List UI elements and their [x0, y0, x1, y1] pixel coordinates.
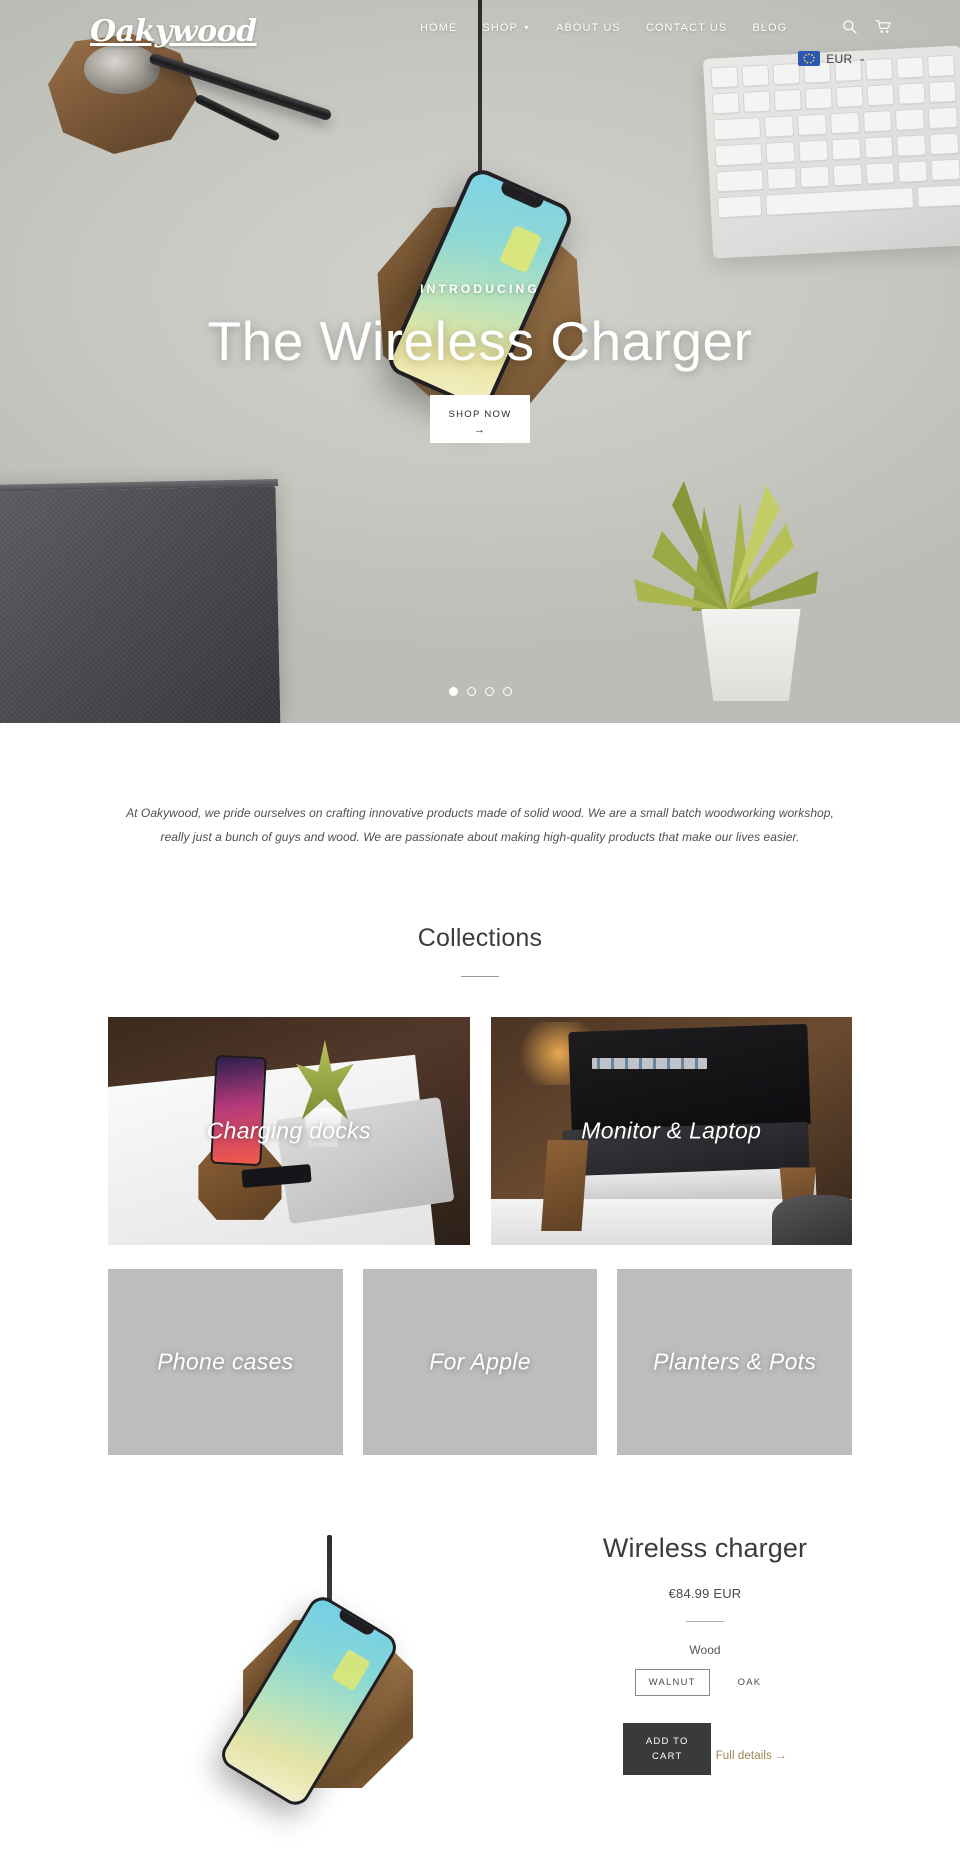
- site-header: Oakywood HOME SHOP ▼ ABOUT US CONTACT US …: [0, 0, 960, 55]
- site-logo[interactable]: Oakywood: [90, 14, 257, 49]
- arrow-right-icon: →: [473, 424, 487, 437]
- option-walnut[interactable]: WALNUT: [634, 1669, 710, 1696]
- main-navigation: HOME SHOP ▼ ABOUT US CONTACT US BLOG: [420, 22, 787, 34]
- product-option-label: Wood: [689, 1643, 721, 1657]
- intro-paragraph: At Oakywood, we pride ourselves on craft…: [126, 806, 834, 844]
- hero-section: Oakywood HOME SHOP ▼ ABOUT US CONTACT US …: [0, 0, 960, 723]
- add-to-cart-label-line1: ADD TO: [645, 1736, 689, 1747]
- collection-card-label: Charging docks: [206, 1117, 371, 1144]
- plant-decoration: [634, 481, 818, 611]
- collection-card-for-apple[interactable]: For Apple: [362, 1269, 598, 1455]
- product-image[interactable]: [108, 1517, 558, 1811]
- collections-secondary-grid: Phone cases For Apple Planters & Pots: [0, 1245, 960, 1455]
- collection-card-monitor-laptop[interactable]: Monitor & Laptop: [490, 1017, 852, 1245]
- add-to-cart-button[interactable]: ADD TO CART: [623, 1723, 712, 1776]
- nav-item-blog-label: BLOG: [752, 22, 788, 34]
- nav-item-shop-label: SHOP: [482, 22, 518, 34]
- shop-now-button-label: SHOP NOW: [448, 408, 512, 420]
- nav-item-home-label: HOME: [420, 22, 458, 34]
- keyboard-decoration: [702, 45, 960, 259]
- nav-item-contact-us-label: CONTACT US: [645, 22, 728, 34]
- carousel-dot-2[interactable]: [466, 687, 476, 696]
- phone-screen-card-decoration: [498, 224, 543, 274]
- nav-item-home[interactable]: HOME: [420, 22, 457, 34]
- full-details-link[interactable]: Full details →: [716, 1750, 787, 1762]
- nav-item-blog[interactable]: BLOG: [752, 22, 787, 34]
- collections-featured-grid: Charging docks Monitor & Laptop: [0, 977, 960, 1245]
- collection-card-label: Phone cases: [157, 1348, 294, 1375]
- carousel-dot-4[interactable]: [502, 687, 512, 696]
- collection-card-charging-docks[interactable]: Charging docks: [108, 1017, 470, 1245]
- nav-item-about-us-label: ABOUT US: [556, 22, 621, 34]
- phone-screen-card: [330, 1648, 371, 1692]
- product-option-group: WALNUT OAK: [558, 1669, 852, 1696]
- collection-card-phone-cases[interactable]: Phone cases: [108, 1269, 343, 1455]
- featured-product-section: Wireless charger €84.99 EUR Wood WALNUT …: [0, 1455, 960, 1811]
- chevron-down-icon: ⌄: [858, 53, 866, 63]
- collection-card-planters-pots[interactable]: Planters & Pots: [617, 1269, 853, 1455]
- collections-title: Collections: [417, 924, 543, 952]
- product-title: Wireless charger: [602, 1533, 808, 1563]
- chevron-down-icon: ▼: [522, 24, 532, 32]
- shopping-cart-icon[interactable]: [875, 19, 892, 34]
- collection-card-label: Monitor & Laptop: [581, 1117, 762, 1144]
- nav-item-shop[interactable]: SHOP ▼: [482, 22, 531, 34]
- nav-item-about-us[interactable]: ABOUT US: [556, 22, 621, 34]
- option-oak[interactable]: OAK: [724, 1669, 776, 1696]
- currency-selector[interactable]: EUR ⌄: [798, 51, 866, 66]
- carousel-dot-1[interactable]: [448, 687, 458, 696]
- carousel-dot-3[interactable]: [484, 687, 494, 696]
- european-union-flag-icon: [798, 51, 821, 66]
- hero-eyebrow: INTRODUCING: [420, 282, 540, 296]
- hero-title: The Wireless Charger: [207, 310, 753, 372]
- nav-item-contact-us[interactable]: CONTACT US: [646, 22, 728, 34]
- add-to-cart-label-line2: CART: [651, 1751, 683, 1763]
- carousel-pagination: [0, 687, 960, 696]
- intro-section: At Oakywood, we pride ourselves on craft…: [0, 723, 960, 849]
- header-icon-group: [842, 19, 892, 34]
- hero-content: INTRODUCING The Wireless Charger SHOP NO…: [0, 282, 960, 443]
- product-price: €84.99 EUR: [668, 1586, 742, 1601]
- product-divider: [686, 1621, 724, 1622]
- currency-code-label: EUR: [826, 51, 853, 66]
- collections-section: Collections Charging docks Monitor & Lap…: [0, 849, 960, 1455]
- shop-now-button[interactable]: SHOP NOW →: [430, 394, 530, 443]
- collection-card-label: Planters & Pots: [653, 1348, 817, 1375]
- collection-card-label: For Apple: [429, 1348, 531, 1375]
- product-details: Wireless charger €84.99 EUR Wood WALNUT …: [558, 1517, 852, 1776]
- search-icon[interactable]: [842, 19, 857, 34]
